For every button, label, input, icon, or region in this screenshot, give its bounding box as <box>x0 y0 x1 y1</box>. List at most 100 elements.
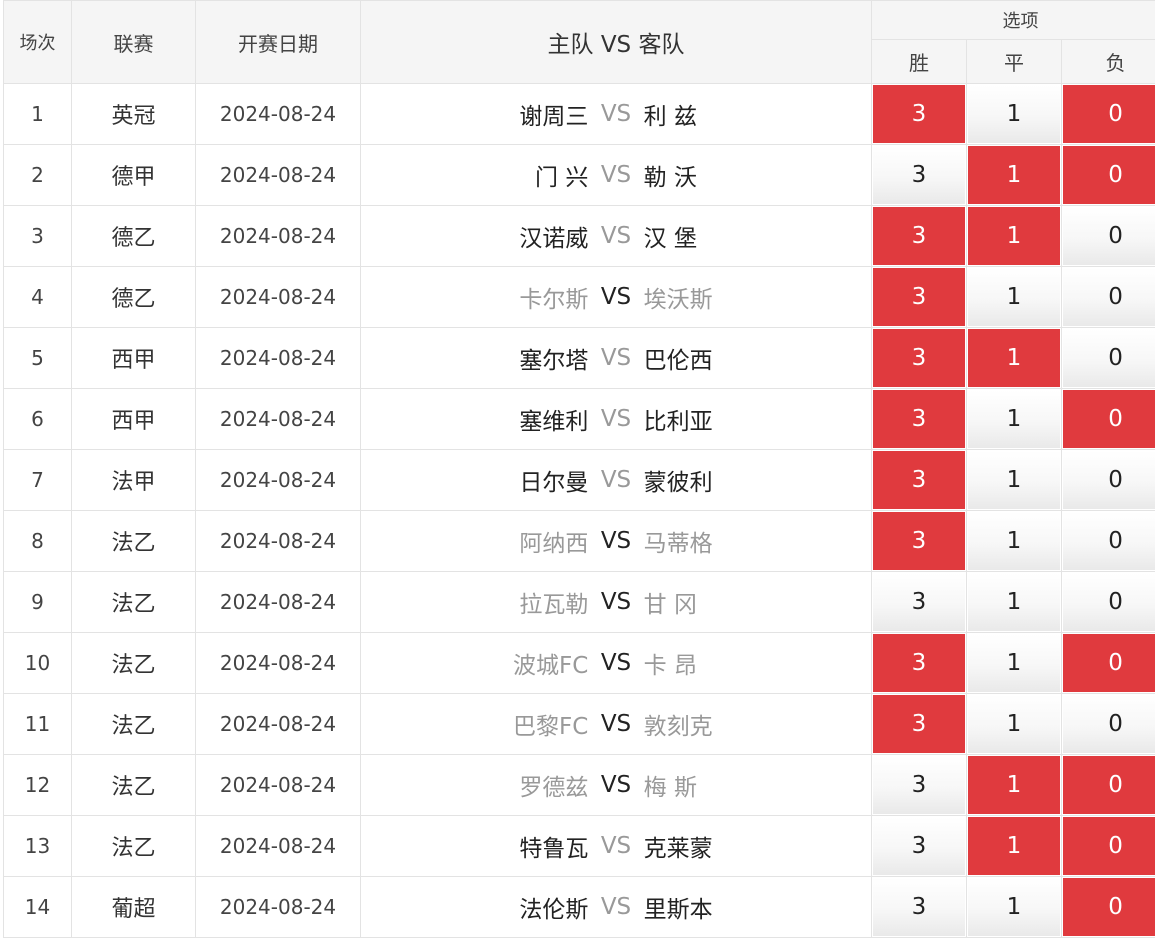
option-win-button[interactable]: 3 <box>873 573 965 631</box>
header-option-draw: 平 <box>966 39 1062 84</box>
option-win-button[interactable]: 3 <box>873 390 965 448</box>
option-cell: 0 <box>1060 144 1155 206</box>
option-lose-button[interactable]: 0 <box>1063 451 1155 509</box>
option-cell: 3 <box>871 815 967 877</box>
row-date: 2024-08-24 <box>195 693 361 755</box>
option-draw-button[interactable]: 1 <box>968 512 1060 570</box>
header-option-win: 胜 <box>871 39 967 84</box>
option-draw-button[interactable]: 1 <box>968 817 1060 875</box>
row-league: 法乙 <box>71 571 196 633</box>
option-lose-button[interactable]: 0 <box>1063 756 1155 814</box>
vs-label: VS <box>600 833 632 859</box>
row-match: 特鲁瓦 VS 克莱蒙 <box>360 815 872 877</box>
option-lose-button[interactable]: 0 <box>1063 512 1155 570</box>
option-lose-button[interactable]: 0 <box>1063 573 1155 631</box>
option-cell: 1 <box>966 388 1062 450</box>
option-win-button[interactable]: 3 <box>873 756 965 814</box>
option-draw-button[interactable]: 1 <box>968 695 1060 753</box>
option-draw-button[interactable]: 1 <box>968 878 1060 936</box>
option-lose-button[interactable]: 0 <box>1063 268 1155 326</box>
home-team: 门 兴 <box>535 165 589 191</box>
option-draw-button[interactable]: 1 <box>968 329 1060 387</box>
table-row: 8 法乙 2024-08-24 阿纳西 VS 马蒂格 3 1 0 <box>3 510 1155 572</box>
option-draw-button[interactable]: 1 <box>968 390 1060 448</box>
option-lose-button[interactable]: 0 <box>1063 146 1155 204</box>
option-cell: 3 <box>871 571 967 633</box>
option-cell: 3 <box>871 510 967 572</box>
table-row: 11 法乙 2024-08-24 巴黎FC VS 敦刻克 3 1 0 <box>3 693 1155 755</box>
row-date: 2024-08-24 <box>195 205 361 267</box>
away-team: 比利亚 <box>643 409 713 435</box>
row-date: 2024-08-24 <box>195 876 361 938</box>
option-lose-button[interactable]: 0 <box>1063 695 1155 753</box>
away-team: 卡 昂 <box>643 653 697 679</box>
home-team: 塞维利 <box>519 409 589 435</box>
header-options: 选项 <box>870 0 1155 40</box>
row-league: 法甲 <box>71 449 196 511</box>
row-league: 德甲 <box>71 144 196 206</box>
row-date: 2024-08-24 <box>195 510 361 572</box>
table-row: 6 西甲 2024-08-24 塞维利 VS 比利亚 3 1 0 <box>3 388 1155 450</box>
option-lose-button[interactable]: 0 <box>1063 207 1155 265</box>
option-draw-button[interactable]: 1 <box>968 451 1060 509</box>
row-index: 6 <box>3 388 72 450</box>
option-draw-button[interactable]: 1 <box>968 207 1060 265</box>
row-match: 巴黎FC VS 敦刻克 <box>360 693 872 755</box>
option-draw-button[interactable]: 1 <box>968 756 1060 814</box>
row-league: 德乙 <box>71 266 196 328</box>
option-win-button[interactable]: 3 <box>873 268 965 326</box>
row-match: 塞维利 VS 比利亚 <box>360 388 872 450</box>
table-row: 1 英冠 2024-08-24 谢周三 VS 利 兹310 <box>3 83 1155 145</box>
option-cell: 3 <box>871 266 967 328</box>
option-win-button[interactable]: 3 <box>873 878 965 936</box>
home-team: 巴黎FC <box>513 714 589 740</box>
vs-label: VS <box>600 467 632 493</box>
home-team: 拉瓦勒 <box>519 592 589 618</box>
row-match: 罗德兹 VS 梅 斯 <box>360 754 872 816</box>
option-lose-button[interactable]: 0 <box>1063 817 1155 875</box>
option-cell: 0 <box>1060 571 1155 633</box>
option-draw-button[interactable]: 1 <box>968 634 1060 692</box>
row-league: 法乙 <box>71 815 196 877</box>
option-cell: 3 <box>871 388 967 450</box>
table-row: 2 德甲 2024-08-24 门 兴 VS 勒 沃 310 <box>3 144 1155 206</box>
option-cell: 3 <box>871 327 967 389</box>
table-row: 7 法甲 2024-08-24 日尔曼 VS 蒙彼利 3 1 0 <box>3 449 1155 511</box>
option-win-button[interactable]: 3 <box>873 634 965 692</box>
row-index: 8 <box>3 510 72 572</box>
table-row: 9 法乙 2024-08-24 拉瓦勒 VS 甘 冈 310 <box>3 571 1155 633</box>
option-cell: 0 <box>1060 510 1155 572</box>
option-win-button[interactable]: 3 <box>873 207 965 265</box>
option-win-button[interactable]: 3 <box>873 512 965 570</box>
option-win-button[interactable]: 3 <box>873 451 965 509</box>
header-date: 开赛日期 <box>195 0 361 84</box>
option-lose-button[interactable]: 0 <box>1063 878 1155 936</box>
row-index: 9 <box>3 571 72 633</box>
option-win-button[interactable]: 3 <box>873 817 965 875</box>
row-date: 2024-08-24 <box>195 754 361 816</box>
option-win-button[interactable]: 3 <box>873 329 965 387</box>
away-team: 梅 斯 <box>643 775 697 801</box>
option-lose-button[interactable]: 0 <box>1063 329 1155 387</box>
option-win-button[interactable]: 3 <box>873 85 965 143</box>
away-team: 勒 沃 <box>643 165 697 191</box>
vs-label: VS <box>600 345 632 371</box>
option-lose-button[interactable]: 0 <box>1063 634 1155 692</box>
row-index: 12 <box>3 754 72 816</box>
vs-label: VS <box>600 589 632 615</box>
away-team: 巴伦西 <box>643 348 713 374</box>
row-index: 4 <box>3 266 72 328</box>
option-draw-button[interactable]: 1 <box>968 85 1060 143</box>
option-draw-button[interactable]: 1 <box>968 573 1060 631</box>
option-win-button[interactable]: 3 <box>873 146 965 204</box>
header-option-lose: 负 <box>1060 39 1155 84</box>
option-draw-button[interactable]: 1 <box>968 146 1060 204</box>
option-lose-button[interactable]: 0 <box>1063 85 1155 143</box>
option-cell: 3 <box>871 693 967 755</box>
option-lose-button[interactable]: 0 <box>1063 390 1155 448</box>
option-win-button[interactable]: 3 <box>873 695 965 753</box>
option-cell: 3 <box>871 449 967 511</box>
option-draw-button[interactable]: 1 <box>968 268 1060 326</box>
home-team: 卡尔斯 <box>519 287 589 313</box>
option-cell: 0 <box>1060 327 1155 389</box>
